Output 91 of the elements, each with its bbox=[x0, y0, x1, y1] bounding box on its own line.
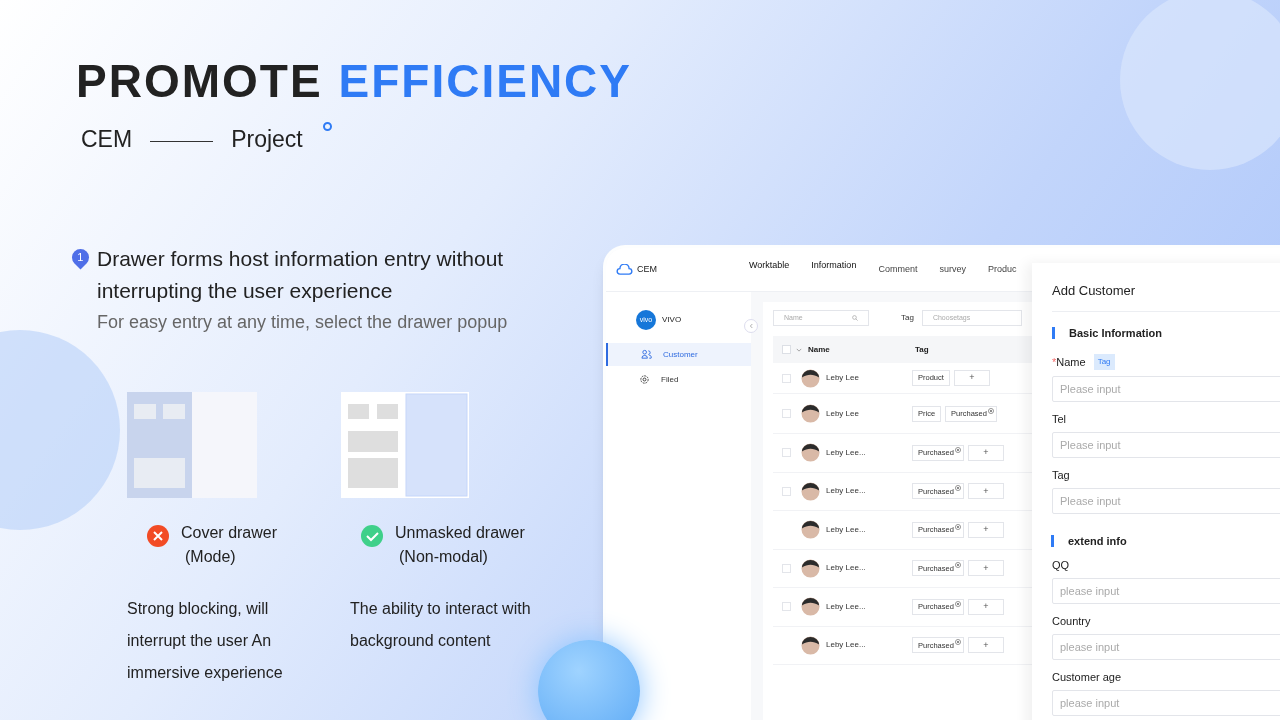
filter-label: Tag bbox=[901, 312, 914, 324]
remove-icon[interactable] bbox=[954, 562, 961, 569]
add-tag-button[interactable]: + bbox=[967, 483, 1004, 500]
chevron-left-icon bbox=[749, 323, 753, 329]
avatar-icon bbox=[801, 404, 820, 423]
field-label: QQ bbox=[1052, 558, 1070, 572]
text-input-field[interactable]: Please input bbox=[1052, 488, 1280, 514]
avatar-icon bbox=[801, 443, 820, 463]
people-icon bbox=[641, 349, 652, 360]
row-checkbox[interactable] bbox=[782, 373, 791, 383]
customer-name: Leby Lee... bbox=[826, 639, 867, 652]
avatar-icon bbox=[801, 558, 820, 578]
org-name: VIVO bbox=[662, 314, 682, 326]
field-label: Customer age bbox=[1052, 670, 1122, 684]
sidebar-item[interactable]: Customer bbox=[606, 343, 751, 366]
avatar-icon bbox=[801, 597, 820, 617]
section-marker bbox=[1051, 535, 1054, 547]
field-tag-badge: Tag bbox=[1093, 354, 1115, 370]
add-tag-button[interactable]: + bbox=[967, 444, 1004, 461]
option-label: (Non-modal) bbox=[399, 546, 489, 567]
nav-link[interactable]: survey bbox=[939, 262, 966, 277]
row-checkbox[interactable] bbox=[782, 563, 791, 573]
nav-link[interactable]: Information bbox=[811, 258, 857, 277]
add-tag-button[interactable]: + bbox=[953, 370, 990, 386]
check-icon bbox=[361, 524, 383, 547]
row-checkbox[interactable] bbox=[782, 486, 791, 496]
customer-name: Leby Lee... bbox=[826, 562, 867, 575]
row-checkbox[interactable] bbox=[782, 409, 791, 418]
column-header: Tag bbox=[915, 343, 929, 356]
remove-icon[interactable] bbox=[987, 407, 994, 414]
add-tag-button[interactable]: + bbox=[967, 637, 1004, 654]
customer-name: Leby Lee... bbox=[826, 600, 867, 613]
cloud-logo-icon bbox=[616, 264, 633, 275]
remove-icon[interactable] bbox=[954, 600, 961, 607]
cross-icon bbox=[147, 524, 169, 547]
text-input-field[interactable]: please input bbox=[1052, 634, 1280, 660]
headline-word: PROMOTE bbox=[76, 58, 323, 104]
add-tag-button[interactable]: + bbox=[967, 598, 1004, 615]
field-label: Country bbox=[1052, 614, 1091, 628]
remove-icon[interactable] bbox=[954, 485, 961, 492]
text-input-field[interactable]: Please input bbox=[1052, 376, 1280, 402]
field-label: Tag bbox=[1052, 468, 1070, 482]
add-tag-button[interactable]: + bbox=[967, 521, 1004, 538]
nav-link[interactable]: Produc bbox=[987, 262, 1017, 277]
remove-icon[interactable] bbox=[954, 446, 961, 453]
option-label: Unmasked drawer bbox=[395, 522, 525, 543]
header-checkbox[interactable] bbox=[782, 345, 791, 354]
collapse-button[interactable] bbox=[744, 319, 758, 333]
nav-link[interactable]: Comment bbox=[878, 262, 918, 277]
row-checkbox[interactable] bbox=[782, 448, 791, 458]
avatar-icon bbox=[801, 481, 820, 501]
avatar-icon bbox=[801, 635, 820, 655]
subtitle-text: Project bbox=[231, 125, 303, 154]
required-asterisk: * bbox=[1052, 355, 1057, 369]
customer-name: Leby Lee... bbox=[826, 523, 867, 536]
customer-name: Leby Lee... bbox=[826, 446, 867, 459]
subtitle-text: CEM bbox=[81, 125, 133, 154]
customer-name: Leby Lee bbox=[826, 407, 860, 420]
settings-icon bbox=[639, 374, 650, 385]
avatar-icon bbox=[801, 368, 820, 388]
sidebar-item[interactable]: Filed bbox=[606, 368, 751, 391]
remove-icon[interactable] bbox=[954, 523, 961, 530]
row-checkbox[interactable] bbox=[782, 602, 791, 612]
headline-word: EFFICIENCY bbox=[338, 58, 633, 104]
nav-link[interactable]: Worktable bbox=[749, 258, 790, 277]
option-description: Strong blocking, will interrupt the user An immersive experience bbox=[127, 598, 284, 683]
field-label: Tel bbox=[1052, 412, 1067, 426]
number-marker: 1 bbox=[77, 249, 84, 265]
point-subheading: For easy entry at any time, select the drawer popup bbox=[97, 310, 509, 334]
field-label: Name bbox=[1056, 355, 1086, 369]
option-label: Cover drawer bbox=[181, 522, 278, 543]
customer-name: Leby Lee bbox=[826, 372, 860, 384]
drawer-title: Add Customer bbox=[1052, 263, 1280, 312]
text-input-field[interactable]: please input bbox=[1052, 578, 1280, 604]
customer-name: Leby Lee... bbox=[826, 485, 867, 498]
caret-down-icon bbox=[796, 347, 802, 352]
section-title: extend info bbox=[1068, 534, 1127, 548]
text-input-field[interactable]: Please input bbox=[1052, 432, 1280, 458]
column-header: Name bbox=[808, 343, 831, 356]
section-title: Basic Information bbox=[1069, 326, 1162, 340]
subtitle-rule bbox=[150, 140, 214, 142]
option-label: (Mode) bbox=[185, 546, 237, 567]
section-marker bbox=[1052, 327, 1055, 339]
option-description: The ability to interact with background content bbox=[350, 598, 532, 651]
app-logo-text: CEM bbox=[637, 262, 657, 276]
search-icon bbox=[852, 315, 858, 321]
remove-icon[interactable] bbox=[954, 639, 961, 646]
text-input-field[interactable]: please input bbox=[1052, 690, 1280, 716]
point-heading: Drawer forms host information entry without interrupting the user experience bbox=[97, 245, 505, 304]
add-tag-button[interactable]: + bbox=[967, 560, 1004, 577]
avatar-icon bbox=[801, 520, 820, 540]
